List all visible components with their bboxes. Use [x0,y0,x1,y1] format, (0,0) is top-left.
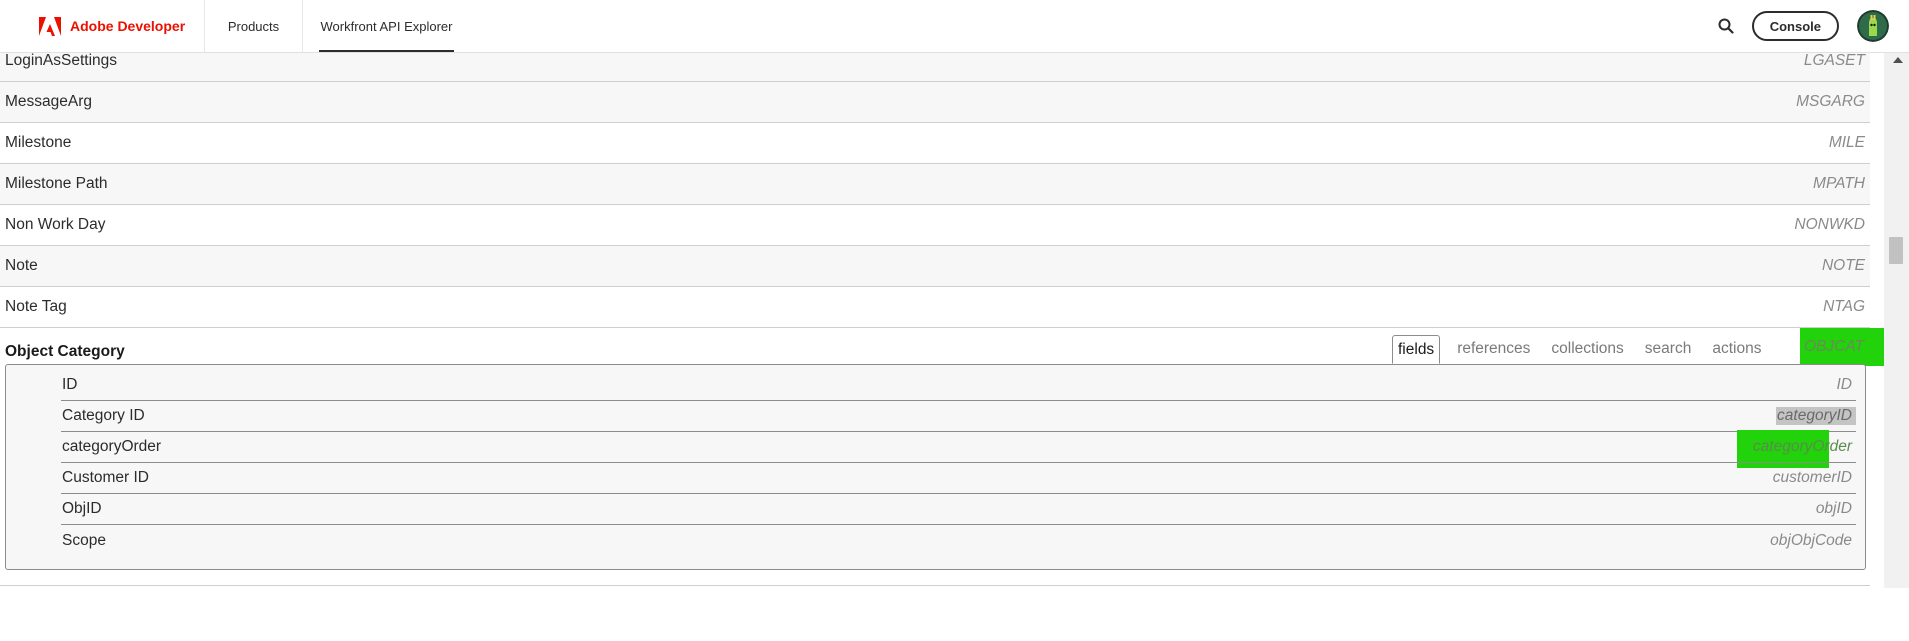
list-item[interactable]: MessageArg MSGARG [0,82,1870,123]
tab-fields[interactable]: fields [1392,335,1441,364]
header-actions: Console [1716,0,1909,52]
scrollbar-thumb[interactable] [1889,237,1903,264]
field-code-selected[interactable]: categoryID [1776,407,1856,425]
tab-actions[interactable]: actions [1706,334,1767,363]
table-row: ObjID objID [61,494,1856,525]
field-name: categoryOrder [62,438,162,455]
object-name: Milestone [5,134,72,151]
nav-products[interactable]: Products [205,0,303,52]
object-tabs: fields references collections search act… [1392,334,1776,364]
tab-references[interactable]: references [1451,334,1536,363]
object-name: Note Tag [5,298,67,315]
object-name: Milestone Path [5,175,108,192]
list-item[interactable]: Milestone MILE [0,123,1870,164]
object-code: MILE [1828,134,1865,151]
table-row: ID ID [61,370,1856,401]
object-code: NONWKD [1794,216,1865,233]
scroll-up-arrow-icon[interactable] [1893,57,1903,63]
divider [0,585,1870,586]
console-button[interactable]: Console [1751,11,1839,41]
object-code: MPATH [1813,175,1865,192]
field-name: Scope [62,531,106,549]
object-name: Non Work Day [5,216,106,233]
table-row: categoryOrder categoryOrder [61,432,1856,463]
expanded-object-title[interactable]: Object Category [5,343,125,361]
object-code: NOTE [1821,257,1865,274]
tab-collections[interactable]: collections [1545,334,1629,363]
table-row: Scope objObjCode [61,525,1856,556]
object-name: LoginAsSettings [5,52,118,69]
top-nav-bar: Adobe Developer Products Workfront API E… [0,0,1909,53]
object-list: LoginAsSettings LGASET MessageArg MSGARG… [0,41,1884,641]
tab-search[interactable]: search [1639,334,1698,363]
vertical-scrollbar[interactable] [1884,53,1909,588]
object-code: MSGARG [1796,93,1865,110]
search-icon[interactable] [1716,16,1736,36]
field-code-highlighted: categoryOrder [1752,438,1852,455]
adobe-logo-icon [39,16,61,36]
brand-name: Adobe Developer [70,18,186,34]
list-item[interactable]: Non Work Day NONWKD [0,205,1870,246]
object-code: LGASET [1803,52,1865,69]
expanded-object: Object Category fields references collec… [0,328,1884,641]
fields-table: ID ID Category ID categoryID categoryOrd… [5,364,1866,570]
object-name: MessageArg [5,93,93,110]
nav-workfront-api-explorer[interactable]: Workfront API Explorer [319,0,454,52]
field-code: ID [1836,376,1853,393]
field-name: Customer ID [62,469,149,486]
list-item[interactable]: Milestone Path MPATH [0,164,1870,205]
table-row: Category ID categoryID [61,401,1856,432]
field-name: Category ID [62,407,145,424]
field-code: customerID [1772,469,1852,486]
table-row: Customer ID customerID [61,463,1856,494]
field-name: ID [62,376,78,393]
list-item[interactable]: Note NOTE [0,246,1870,287]
object-name: Note [5,257,38,274]
avatar[interactable] [1857,10,1889,42]
object-code-highlighted: OBJCAT [1800,328,1884,366]
field-code: objObjCode [1770,531,1852,549]
field-name: ObjID [62,500,102,517]
list-item[interactable]: Note Tag NTAG [0,287,1870,328]
object-code: NTAG [1823,298,1865,315]
field-code: objID [1815,500,1852,517]
brand-link[interactable]: Adobe Developer [0,0,205,52]
